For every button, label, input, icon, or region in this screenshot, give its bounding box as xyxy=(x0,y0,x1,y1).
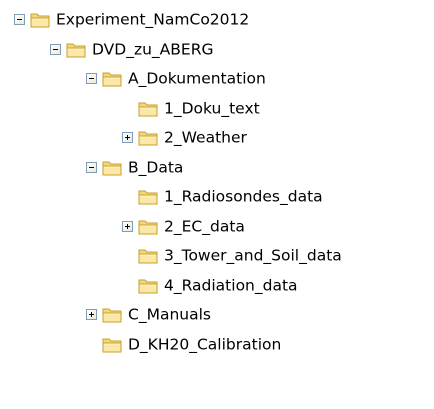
folder-icon xyxy=(138,218,159,235)
folder-icon xyxy=(138,188,159,205)
tree-node[interactable]: 1_Doku_text xyxy=(0,97,434,121)
folder-icon xyxy=(66,41,87,58)
tree-node-label[interactable]: 1_Radiosondes_data xyxy=(164,188,323,206)
tree-node[interactable]: 1_Radiosondes_data xyxy=(0,185,434,209)
tree-node[interactable]: 2_EC_data xyxy=(0,215,434,239)
tree-node-label[interactable]: A_Dokumentation xyxy=(128,70,266,88)
tree-node-label[interactable]: 1_Doku_text xyxy=(164,99,260,117)
tree-node-label[interactable]: B_Data xyxy=(128,158,183,176)
tree-node[interactable]: 2_Weather xyxy=(0,126,434,150)
expand-icon[interactable] xyxy=(86,309,97,320)
folder-tree: Experiment_NamCo2012 DVD_zu_ABERG A_Dokume… xyxy=(0,0,434,409)
folder-icon xyxy=(138,277,159,294)
folder-icon xyxy=(30,11,51,28)
tree-node-label[interactable]: DVD_zu_ABERG xyxy=(92,40,213,58)
folder-icon xyxy=(138,100,159,117)
collapse-icon[interactable] xyxy=(86,161,97,173)
folder-icon xyxy=(102,159,123,176)
tree-node-label[interactable]: Experiment_NamCo2012 xyxy=(56,11,249,29)
tree-node[interactable]: D_KH20_Calibration xyxy=(0,333,434,357)
tree-node[interactable]: C_Manuals xyxy=(0,303,434,327)
tree-node-label[interactable]: C_Manuals xyxy=(128,306,211,324)
collapse-icon[interactable] xyxy=(14,14,25,25)
tree-node[interactable]: DVD_zu_ABERG xyxy=(0,38,434,62)
folder-icon xyxy=(138,247,159,264)
tree-node-label[interactable]: 3_Tower_and_Soil_data xyxy=(164,247,342,265)
collapse-icon[interactable] xyxy=(86,73,97,84)
tree-node-label[interactable]: D_KH20_Calibration xyxy=(128,335,281,353)
tree-node[interactable]: 3_Tower_and_Soil_data xyxy=(0,244,434,268)
folder-icon xyxy=(102,70,123,87)
expand-icon[interactable] xyxy=(122,132,133,143)
tree-node-label[interactable]: 4_Radiation_data xyxy=(164,276,298,294)
folder-icon xyxy=(138,129,159,146)
tree-node-label[interactable]: 2_EC_data xyxy=(164,217,245,235)
folder-icon xyxy=(102,336,123,353)
expand-icon[interactable] xyxy=(122,220,133,232)
tree-node[interactable]: B_Data xyxy=(0,156,434,180)
tree-node-label[interactable]: 2_Weather xyxy=(164,129,247,147)
tree-node[interactable]: A_Dokumentation xyxy=(0,67,434,91)
tree-node[interactable]: 4_Radiation_data xyxy=(0,274,434,298)
tree-node[interactable]: Experiment_NamCo2012 xyxy=(0,8,434,32)
folder-icon xyxy=(102,306,123,323)
collapse-icon[interactable] xyxy=(50,43,61,55)
